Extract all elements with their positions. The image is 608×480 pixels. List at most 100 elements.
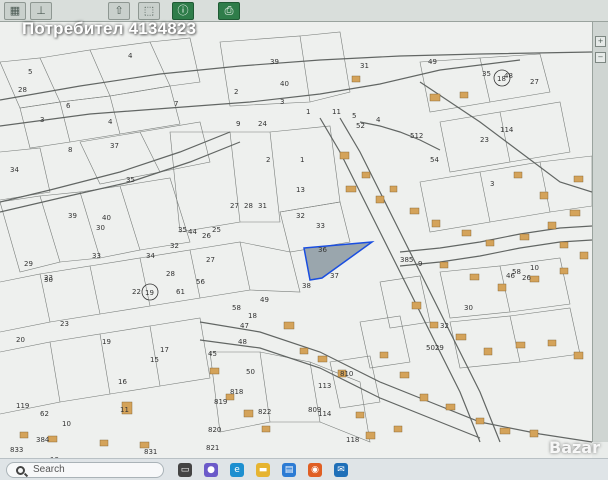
parcel-label: 33 <box>92 252 101 260</box>
upload-icon[interactable]: ⇧ <box>108 2 130 20</box>
parcel-label: 13 <box>296 186 305 194</box>
search-placeholder: Search <box>33 464 65 475</box>
parcel-label: 20 <box>16 336 25 344</box>
parcel-label: 6 <box>66 102 71 110</box>
parcel-label: 34 <box>146 252 155 260</box>
parcel-label: 49 <box>260 296 269 304</box>
parcel-label: 119 <box>16 402 29 410</box>
parcel-label: 61 <box>176 288 185 296</box>
parcel-label: 38 <box>302 282 311 290</box>
cadastral-map[interactable]: 543940231 11315244935 48272863 473789 242 134… <box>0 22 592 458</box>
parcel-label: 29 <box>24 260 33 268</box>
parcel-label: 818 <box>230 388 243 396</box>
parcel-label: 3 <box>280 98 284 106</box>
parcel-label: 35 <box>126 176 135 184</box>
zoom-in-icon[interactable]: + <box>595 36 606 47</box>
parcel-label: 56 <box>196 278 205 286</box>
parcel-label: 44 <box>188 228 197 236</box>
ruler-icon[interactable]: ⊥ <box>30 2 52 20</box>
parcel-label: 62 <box>40 410 49 418</box>
parcel-label: 50 <box>246 368 255 376</box>
parcel-label: 16 <box>118 378 127 386</box>
parcel-label: 384 <box>36 436 50 444</box>
store-icon[interactable]: ▤ <box>282 463 296 477</box>
parcel-label: 35 <box>178 226 187 234</box>
parcel-label: 2 <box>266 156 270 164</box>
parcel-label: 15 <box>150 356 159 364</box>
parcel-label: 11 <box>332 108 341 116</box>
search-icon <box>16 466 25 475</box>
zoom-out-icon[interactable]: − <box>595 52 606 63</box>
parcel-label: 1 <box>306 108 310 116</box>
parcel-label: 26 <box>522 274 531 282</box>
taskbar: Search ▭ ● e ▬ ▤ ◉ ✉ <box>0 458 608 480</box>
parcel-label: 810 <box>340 370 353 378</box>
parcel-label: 512 <box>410 132 423 140</box>
parcel-label: 45 <box>208 350 217 358</box>
circled-marker-label: 19 <box>145 289 154 297</box>
parcel-label: 26 <box>202 232 211 240</box>
parcel-label: 18 <box>248 312 257 320</box>
parcel-label: 37 <box>110 142 119 150</box>
parcel-label: 9 <box>418 260 422 268</box>
task-view-icon[interactable]: ▭ <box>178 463 192 477</box>
edge-browser-icon[interactable]: e <box>230 463 244 477</box>
parcel-label: 820 <box>208 426 221 434</box>
parcel-label: 822 <box>258 408 271 416</box>
parcel-label: 34 <box>10 166 19 174</box>
parcel-label: 3 <box>490 180 494 188</box>
info-icon[interactable]: ⓘ <box>172 2 194 20</box>
parcel-label: 31 <box>360 62 369 70</box>
parcel-label: 39 <box>270 58 279 66</box>
parcel-label: 4 <box>128 52 133 60</box>
parcel-label: 30 <box>464 304 473 312</box>
parcel-label: 114 <box>318 410 332 418</box>
parcel-label: 32 <box>440 322 449 330</box>
parcel-label: 33 <box>316 222 325 230</box>
parcel-label: 54 <box>430 156 439 164</box>
parcel-label: 8 <box>68 146 72 154</box>
parcel-label: 24 <box>258 120 267 128</box>
parcel-label: 30 <box>44 276 53 284</box>
parcel-label: 58 <box>512 268 521 276</box>
parcel-label: 36 <box>318 246 327 254</box>
parcel-label: 52 <box>356 122 365 130</box>
print-icon[interactable]: ⎙ <box>218 2 240 20</box>
parcel-label: 23 <box>480 136 489 144</box>
parcel-label: 7 <box>174 100 178 108</box>
parcel-label: 4 <box>108 118 113 126</box>
map-sheet-icon[interactable]: ▦ <box>4 2 26 20</box>
parcel-label: 1 <box>300 156 304 164</box>
parcel-label: 833 <box>10 446 23 454</box>
parcel-label: 114 <box>500 126 514 134</box>
parcel-label: 27 <box>230 202 239 210</box>
parcel-label: 39 <box>68 212 77 220</box>
firefox-icon[interactable]: ◉ <box>308 463 322 477</box>
select-frame-icon[interactable]: ⬚ <box>138 2 160 20</box>
parcel-label: 37 <box>330 272 339 280</box>
parcel-label: 11 <box>120 406 129 414</box>
parcel-label: 28 <box>18 86 27 94</box>
taskbar-search-input[interactable]: Search <box>6 462 164 478</box>
chat-icon[interactable]: ● <box>204 463 218 477</box>
parcel-label: 10 <box>530 264 539 272</box>
parcel-label: 22 <box>132 288 141 296</box>
parcel-label: 819 <box>214 398 227 406</box>
parcel-label: 19 <box>102 338 111 346</box>
parcel-label: 48 <box>238 338 247 346</box>
parcel-label: 35 <box>482 70 491 78</box>
mail-icon[interactable]: ✉ <box>334 463 348 477</box>
user-watermark: Потребител 4134823 <box>22 19 197 38</box>
screen: 5 4 39 40 2 3 1 11 31 52 4 49 35 48 27 28 6 3 4 7 37 8 9 24 2 1 34… <box>0 0 608 480</box>
file-explorer-icon[interactable]: ▬ <box>256 463 270 477</box>
parcel-label: 5029 <box>426 344 444 352</box>
parcel-label: 5 <box>352 112 356 120</box>
parcel-label: 831 <box>144 448 157 456</box>
parcel-label: 118 <box>346 436 359 444</box>
parcel-label: 49 <box>428 58 437 66</box>
parcel-label: 27 <box>530 78 539 86</box>
parcel-label: 821 <box>206 444 219 452</box>
parcel-label: 28 <box>244 202 253 210</box>
parcel-label: 30 <box>96 224 105 232</box>
parcel-label: 25 <box>212 226 221 234</box>
